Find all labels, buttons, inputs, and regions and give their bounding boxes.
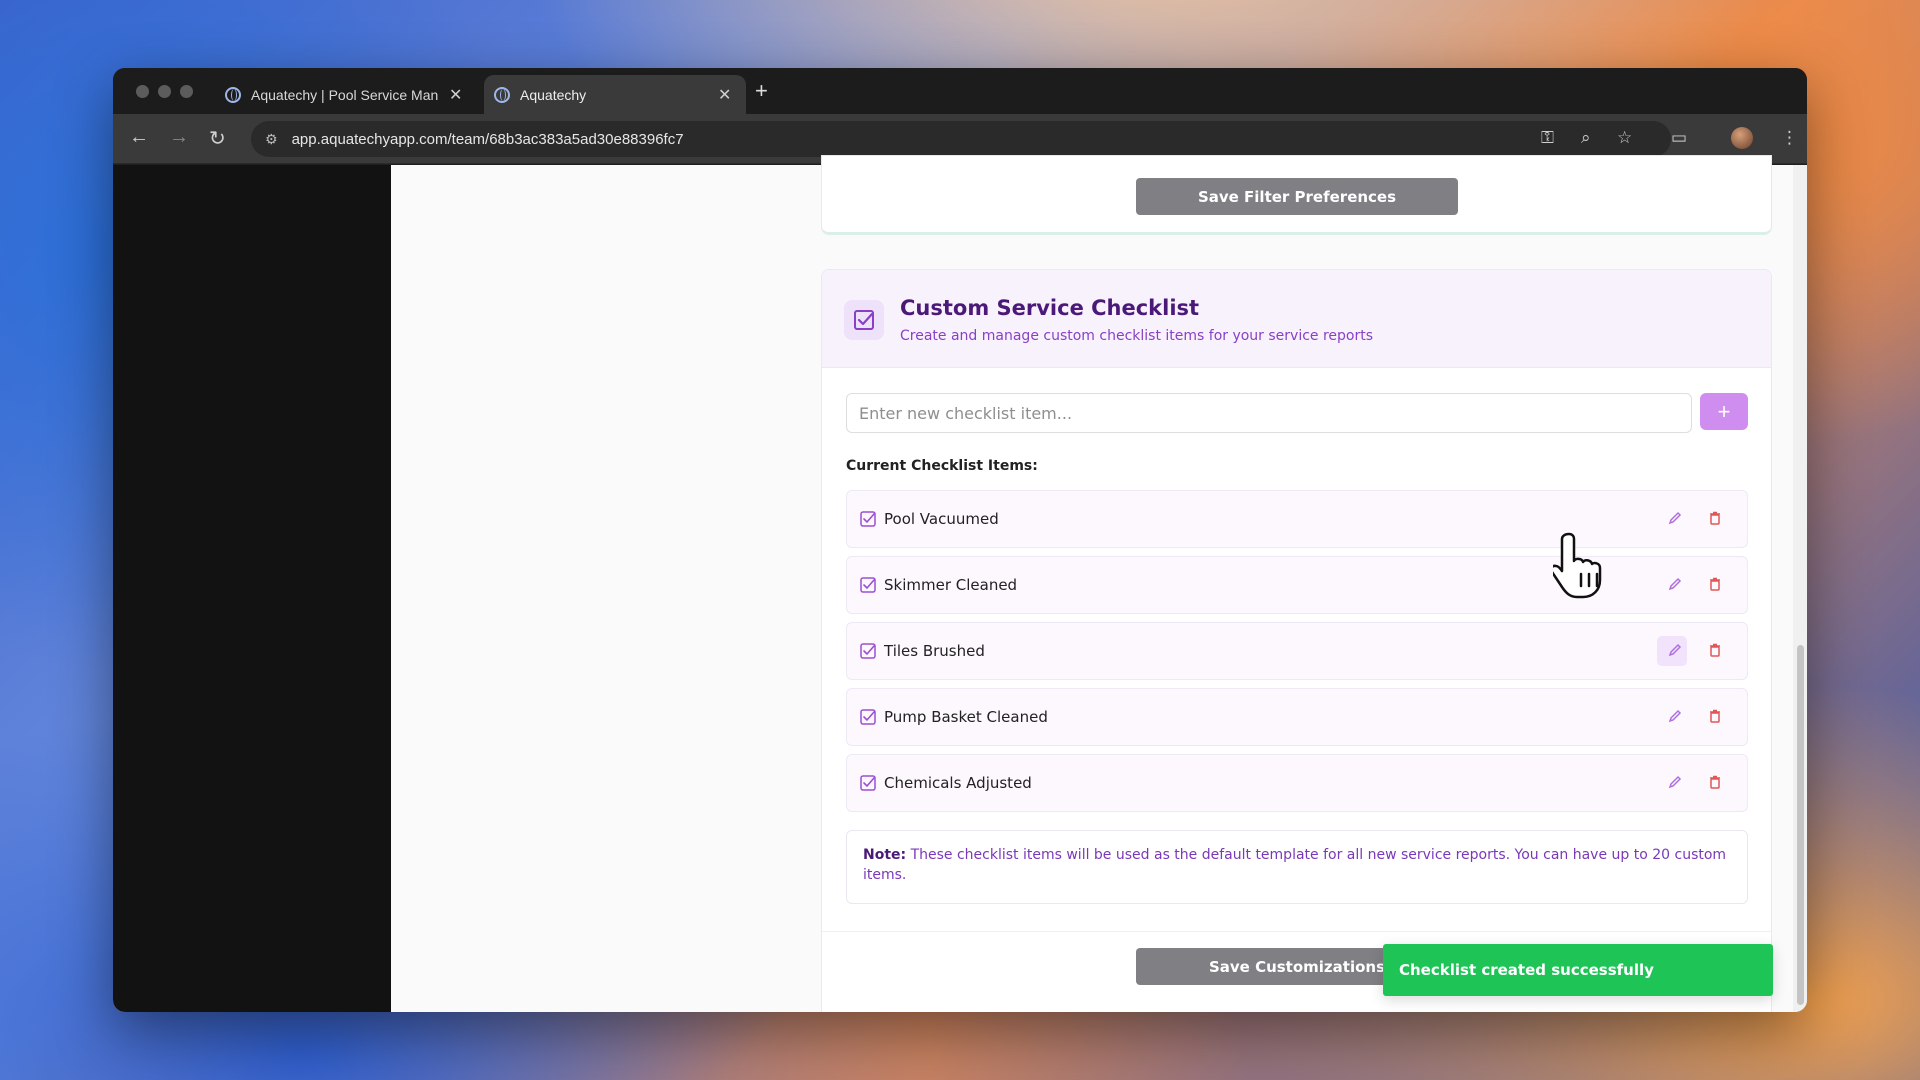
globe-icon [225, 86, 241, 103]
filter-preferences-card: Save Filter Preferences [821, 155, 1772, 235]
note-label: Note: [863, 847, 907, 863]
checklist-item-label: Skimmer Cleaned [884, 576, 1018, 594]
checklist-item-label: Tiles Brushed [884, 642, 985, 660]
trash-delete-icon[interactable] [1707, 510, 1723, 526]
checklist-header-icon [844, 300, 884, 340]
checklist-item: Pump Basket Cleaned [846, 688, 1748, 746]
trash-delete-icon[interactable] [1707, 774, 1723, 790]
custom-checklist-card: Custom Service Checklist Create and mana… [821, 269, 1772, 1012]
tab-search-icon[interactable]: ▭ [1671, 128, 1687, 148]
menu-kebab-icon[interactable]: ⋮ [1781, 128, 1798, 148]
checkbox-checked-icon [860, 643, 876, 659]
close-tab-icon[interactable]: ✕ [449, 85, 462, 105]
new-checklist-item-input[interactable] [846, 393, 1692, 433]
tab-bar: Aquatechy | Pool Service Man ✕ Aquatechy… [113, 68, 1807, 114]
forward-arrow-icon[interactable]: → [169, 126, 189, 149]
app-sidebar [113, 165, 391, 1012]
trash-delete-icon[interactable] [1707, 642, 1723, 658]
close-window-button[interactable] [136, 85, 149, 98]
pencil-edit-icon[interactable] [1667, 510, 1683, 526]
new-tab-button[interactable]: + [755, 78, 768, 104]
trash-delete-icon[interactable] [1707, 708, 1723, 724]
tab-aquatechy[interactable]: Aquatechy ✕ [484, 75, 746, 114]
pencil-edit-icon[interactable] [1667, 642, 1683, 658]
checkbox-checked-icon [860, 577, 876, 593]
current-items-heading: Current Checklist Items: [846, 458, 1038, 474]
url-text: app.aquatechyapp.com/team/68b3ac383a5ad3… [291, 130, 684, 148]
checklist-item-label: Pool Vacuumed [884, 510, 999, 528]
success-toast: Checklist created successfully [1383, 944, 1773, 996]
scrollbar-thumb[interactable] [1797, 645, 1804, 1005]
key-icon[interactable]: ⚿ [1541, 128, 1554, 148]
pencil-edit-icon[interactable] [1667, 708, 1683, 724]
tab-pool-service[interactable]: Aquatechy | Pool Service Man ✕ [215, 75, 477, 114]
checklist-title: Custom Service Checklist [900, 296, 1200, 320]
checklist-item-label: Chemicals Adjusted [884, 774, 1032, 792]
site-settings-icon[interactable]: ⚙ [265, 131, 278, 148]
page-scrollbar[interactable] [1793, 165, 1807, 1012]
trash-delete-icon[interactable] [1707, 576, 1723, 592]
reload-icon[interactable]: ↻ [209, 126, 226, 151]
checkbox-checked-icon [860, 511, 876, 527]
pencil-edit-icon[interactable] [1667, 774, 1683, 790]
note-text: These checklist items will be used as th… [863, 847, 1727, 883]
checkbox-checked-icon [854, 310, 874, 330]
zoom-icon[interactable]: ⌕ [1581, 128, 1591, 148]
add-checklist-item-button[interactable]: + [1700, 393, 1748, 430]
pencil-edit-icon[interactable] [1667, 576, 1683, 592]
checklist-item: Chemicals Adjusted [846, 754, 1748, 812]
footer-divider [822, 931, 1771, 932]
profile-avatar[interactable] [1731, 127, 1753, 149]
checklist-subtitle: Create and manage custom checklist items… [900, 328, 1374, 344]
checkbox-checked-icon [860, 775, 876, 791]
minimize-window-button[interactable] [158, 85, 171, 98]
save-filter-preferences-button[interactable]: Save Filter Preferences [1136, 178, 1458, 215]
checklist-header: Custom Service Checklist Create and mana… [822, 270, 1771, 368]
hand-pointer-cursor-icon [1553, 532, 1602, 599]
globe-icon [494, 86, 510, 103]
close-tab-icon[interactable]: ✕ [718, 85, 731, 105]
checklist-item-label: Pump Basket Cleaned [884, 708, 1048, 726]
back-arrow-icon[interactable]: ← [129, 126, 149, 149]
bookmark-star-icon[interactable]: ☆ [1617, 128, 1632, 148]
maximize-window-button[interactable] [180, 85, 193, 98]
checkbox-checked-icon [860, 709, 876, 725]
checklist-note: Note: These checklist items will be used… [846, 830, 1748, 904]
address-bar[interactable]: ⚙ app.aquatechyapp.com/team/68b3ac383a5a… [251, 121, 1671, 157]
checklist-item: Tiles Brushed [846, 622, 1748, 680]
